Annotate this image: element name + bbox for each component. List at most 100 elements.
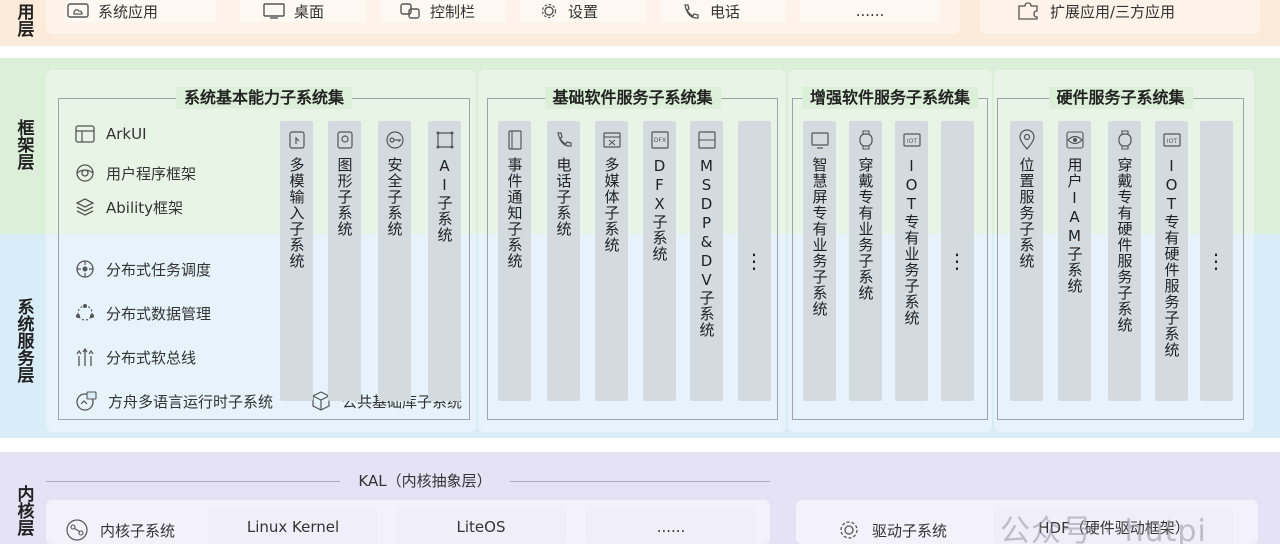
svg-text:IOT: IOT: [1166, 138, 1176, 145]
puzzle-icon: [1018, 2, 1038, 20]
column-label: AI子系统: [435, 157, 454, 243]
capability-ability-framework: Ability框架: [74, 196, 183, 218]
app-item-label: 设置: [568, 2, 599, 21]
capability-task-schedule: 分布式任务调度: [74, 258, 211, 280]
capability-program-framework: 用户程序框架: [74, 162, 196, 184]
column-label: 用户IAM子系统: [1065, 157, 1084, 294]
layer-label-app: 用层: [13, 3, 34, 37]
column-label: ⋮: [744, 249, 765, 273]
capability-label: 用户程序框架: [106, 164, 197, 183]
capability-label: 分布式软总线: [106, 348, 197, 367]
column-multimedia: 多媒体子系统: [595, 121, 628, 401]
phone-icon: [556, 132, 572, 147]
app-item-label: 系统应用: [98, 2, 159, 21]
media-icon: [602, 132, 621, 148]
layer-label-kernel: 内核层: [13, 484, 34, 536]
column-label: ⋮: [947, 249, 968, 273]
capability-label: 分布式数据管理: [106, 304, 212, 323]
column-label: 事件通知子系统: [505, 157, 524, 269]
image-icon: [336, 131, 353, 149]
svg-text:IOT: IOT: [906, 138, 916, 145]
group-title: 基础软件服务子系统集: [544, 87, 721, 109]
monitor-cloud-icon: [67, 3, 89, 18]
column-label: 智慧屏专有业务子系统: [810, 157, 829, 317]
kernel-subsystem: 内核子系统: [64, 518, 175, 542]
column-label: 位置服务子系统: [1017, 157, 1036, 269]
driver-subsystem: 驱动子系统: [836, 518, 947, 542]
column-ai: AI子系统: [428, 121, 461, 401]
column-wearable: 穿戴专有业务子系统: [849, 121, 882, 401]
column-telephony: 电话子系统: [547, 121, 580, 401]
capability-label: 方舟多语言运行时子系统: [108, 392, 274, 411]
capability-label: 分布式任务调度: [106, 260, 212, 279]
touch-icon: [288, 131, 305, 149]
group-title: 增强软件服务子系统集: [801, 87, 979, 109]
msdp-icon: [697, 131, 716, 149]
column-graphics: 图形子系统: [328, 121, 361, 401]
column-msdp: MSDP&DV子系统: [690, 121, 723, 401]
driver-gear-icon: [840, 521, 858, 539]
app-item-label: 扩展应用/三方应用: [1050, 2, 1176, 21]
column-more: ⋮: [941, 121, 974, 401]
capability-label: Ability框架: [106, 198, 184, 217]
column-location: 位置服务子系统: [1010, 121, 1043, 401]
watch-icon: [1117, 130, 1132, 150]
svg-text:DFX: DFX: [653, 137, 665, 144]
capability-label: ArkUI: [106, 125, 147, 143]
phone-icon: [684, 4, 699, 19]
app-item-label: 控制栏: [430, 2, 476, 21]
column-label: MSDP&DV子系统: [697, 157, 716, 338]
app-item-desktop: 桌面: [240, 0, 366, 22]
column-user-iam: 用户IAM子系统: [1058, 121, 1091, 401]
app-item-phone: 电话: [660, 0, 786, 22]
eye-icon: [1065, 131, 1084, 149]
kal-label: KAL（内核抽象层）: [340, 470, 510, 491]
kernel-box-linux: Linux Kernel: [208, 510, 378, 544]
column-multimodal-input: 多模输入子系统: [280, 121, 313, 401]
group-title: 系统基本能力子系统集: [175, 87, 353, 109]
layers-icon: [75, 198, 95, 216]
location-icon: [1018, 129, 1035, 150]
capability-arkui: ArkUI: [74, 124, 147, 144]
column-label: 穿戴专有硬件服务子系统: [1115, 157, 1134, 333]
layer-label-framework: 框架层: [13, 118, 34, 170]
app-item-more: ......: [800, 0, 940, 22]
capability-data-manage: 分布式数据管理: [74, 302, 211, 324]
dfx-icon: DFX: [650, 131, 669, 149]
arkui-icon: [75, 125, 95, 143]
group-title: 硬件服务子系统集: [1048, 87, 1193, 109]
notification-icon: [507, 130, 522, 150]
app-item-settings: 设置: [520, 0, 646, 22]
program-framework-icon: [76, 164, 94, 182]
column-label: 电话子系统: [554, 157, 573, 237]
control-bar-icon: [400, 3, 420, 19]
key-icon: [385, 131, 404, 149]
column-label: ⋮: [1206, 249, 1227, 273]
watermark: 公众号 · hutpi: [1000, 514, 1207, 544]
app-item-label: ......: [855, 2, 885, 20]
column-label: 多模输入子系统: [287, 157, 306, 269]
column-label: IOT专有业务子系统: [902, 157, 921, 326]
gear-icon: [541, 3, 557, 19]
column-smart-screen: 智慧屏专有业务子系统: [803, 121, 836, 401]
column-more: ⋮: [738, 121, 771, 401]
data-manage-icon: [76, 304, 94, 321]
kernel-subsystem-label: 内核子系统: [100, 521, 176, 540]
column-security: 安全子系统: [378, 121, 411, 401]
layer-label-service: 系统服务层: [13, 297, 34, 383]
app-item-label: 桌面: [294, 2, 325, 21]
column-dfx: DFX DFX子系统: [643, 121, 676, 401]
soft-bus-icon: [76, 347, 94, 366]
kernel-box-more: ......: [586, 510, 756, 544]
app-item-control-bar: 控制栏: [380, 0, 506, 22]
runtime-icon: [76, 391, 97, 411]
smart-screen-icon: [810, 132, 829, 149]
iot-icon: IOT: [902, 133, 921, 147]
kernel-icon: [66, 519, 88, 541]
column-label: 穿戴专有业务子系统: [856, 157, 875, 301]
column-label: DFX子系统: [650, 157, 669, 262]
column-label: 图形子系统: [335, 157, 354, 237]
column-iot-hardware: IOT IOT专有硬件服务子系统: [1155, 121, 1188, 401]
task-schedule-icon: [76, 260, 94, 278]
watch-icon: [858, 130, 873, 150]
